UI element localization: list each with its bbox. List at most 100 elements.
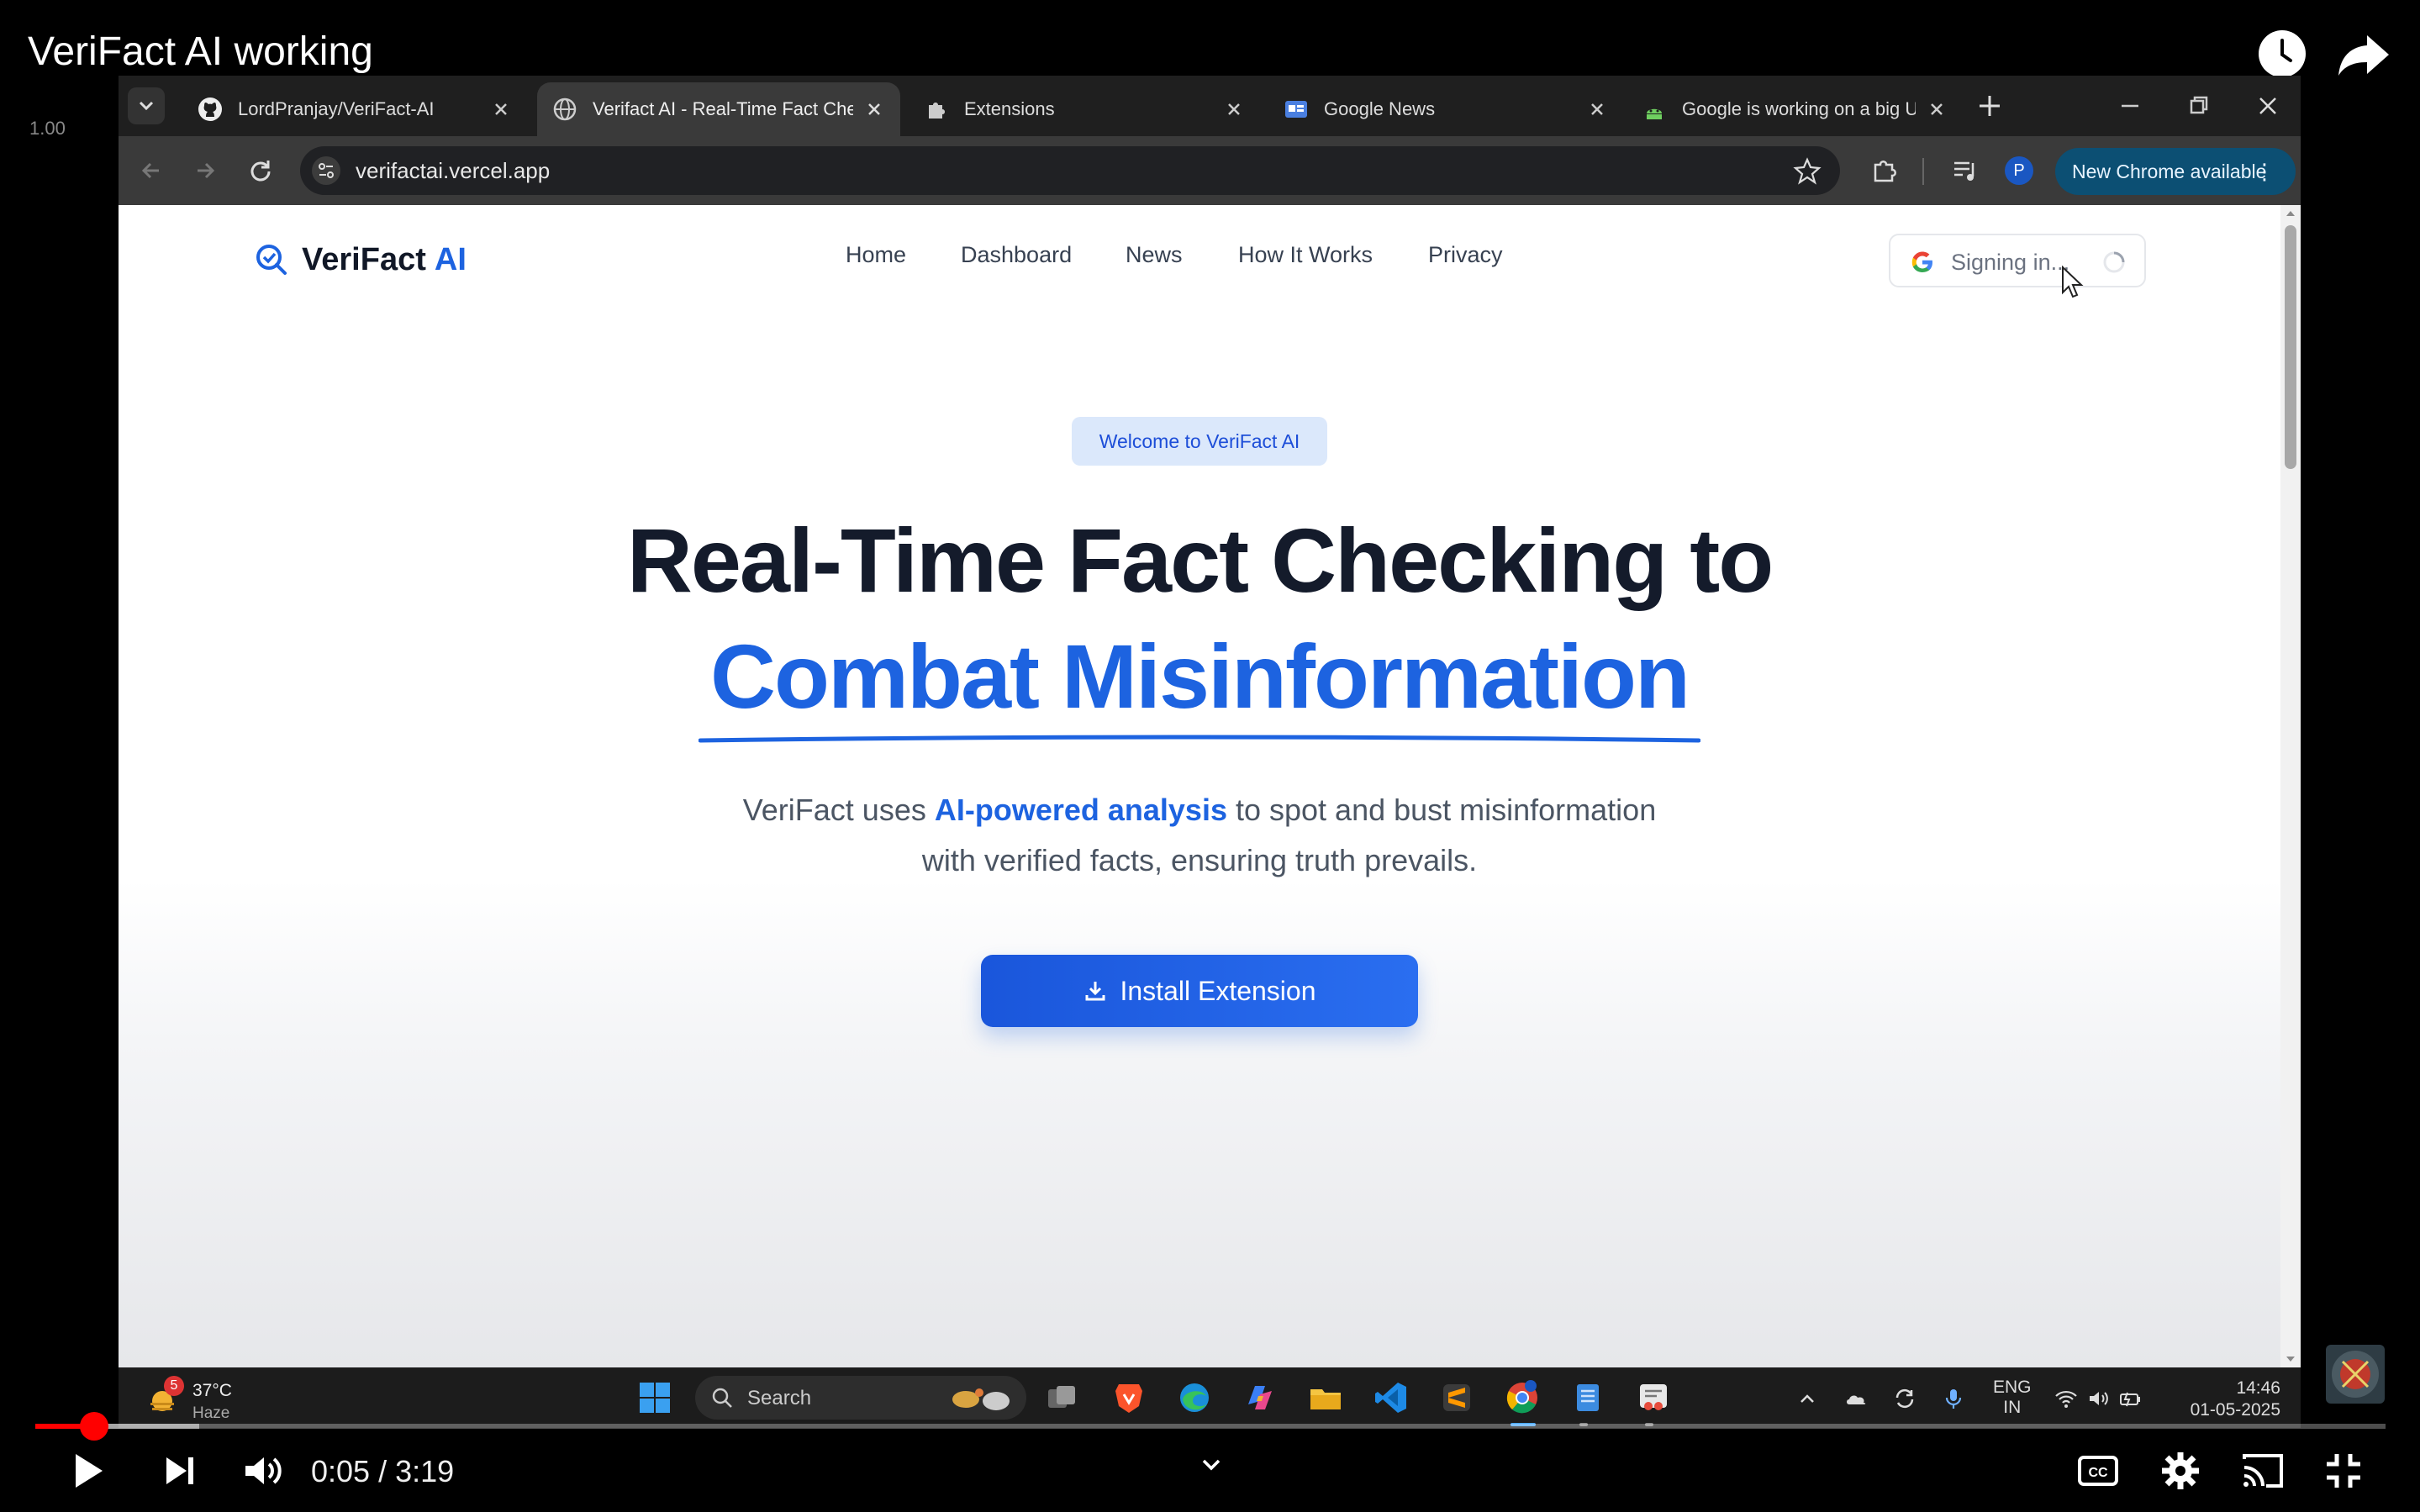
taskbar-clock[interactable]: 14:46 01-05-2025 (2180, 1378, 2280, 1421)
forward-icon[interactable] (187, 153, 223, 188)
nav-privacy[interactable]: Privacy (1428, 242, 1503, 268)
extensions-icon[interactable] (1869, 155, 1901, 187)
wifi-icon[interactable] (2054, 1386, 2079, 1411)
close-icon[interactable] (490, 98, 512, 120)
close-window-icon[interactable] (2251, 89, 2285, 123)
cast-icon[interactable] (2239, 1447, 2286, 1494)
tab-android[interactable]: Google is working on a big UI c (1627, 82, 1963, 136)
channel-avatar[interactable] (2326, 1345, 2385, 1404)
nav-news[interactable]: News (1126, 242, 1183, 268)
video-title[interactable]: VeriFact AI working (28, 29, 373, 75)
brave-browser-icon[interactable] (1110, 1379, 1147, 1416)
welcome-badge: Welcome to VeriFact AI (1072, 417, 1327, 466)
video-progress-bar[interactable] (35, 1412, 2386, 1441)
close-icon[interactable] (1926, 98, 1948, 120)
new-tab-icon[interactable] (1976, 92, 2003, 119)
restore-icon[interactable] (2182, 89, 2216, 123)
tab-search-icon[interactable] (128, 87, 165, 124)
chrome-icon[interactable] (1504, 1379, 1541, 1416)
volume-icon[interactable] (239, 1447, 286, 1494)
loading-spinner-icon (2101, 249, 2127, 276)
battery-icon[interactable] (2117, 1386, 2143, 1411)
google-g-icon (1909, 249, 1936, 276)
close-icon[interactable] (1586, 98, 1608, 120)
bookmark-star-icon[interactable] (1793, 156, 1822, 185)
nav-home[interactable]: Home (846, 242, 906, 268)
close-icon[interactable] (863, 98, 885, 120)
weather-badge: 5 (164, 1376, 184, 1396)
onedrive-icon[interactable] (1843, 1386, 1869, 1411)
media-controls-icon[interactable] (1949, 155, 1981, 187)
weather-temperature[interactable]: 37°C (192, 1381, 232, 1401)
notepad-icon[interactable] (1569, 1379, 1606, 1416)
site-logo[interactable]: VeriFact AI (253, 239, 467, 281)
captions-icon[interactable]: CC (2075, 1447, 2122, 1494)
google-signin-button[interactable]: Signing in... (1889, 234, 2146, 287)
google-news-icon (1284, 97, 1309, 122)
play-icon[interactable] (64, 1447, 111, 1494)
close-icon[interactable] (1223, 98, 1245, 120)
more-menu-icon[interactable]: ⋮ (2254, 148, 2275, 195)
minimize-icon[interactable] (2113, 89, 2147, 123)
toolbar-divider (1922, 158, 1924, 185)
playback-speed: 1.00 (29, 118, 66, 139)
search-icon (712, 1388, 732, 1408)
github-icon (198, 97, 223, 122)
taskbar-search[interactable]: Search (695, 1376, 1026, 1420)
chevron-down-icon[interactable] (1197, 1451, 1226, 1479)
tab-label: Google News (1324, 98, 1436, 119)
clock-date: 01-05-2025 (2190, 1400, 2280, 1420)
back-icon[interactable] (134, 153, 169, 188)
snipping-tool-icon[interactable] (1635, 1379, 1672, 1416)
page-scrollbar[interactable] (2280, 205, 2301, 1367)
site-settings-icon[interactable] (312, 156, 340, 185)
share-icon[interactable] (2337, 32, 2391, 77)
svg-text:CC: CC (2088, 1466, 2108, 1480)
tab-label: LordPranjay/VeriFact-AI (238, 98, 435, 119)
address-bar[interactable]: verifactai.vercel.app (300, 146, 1840, 195)
install-extension-button[interactable]: Install Extension (981, 955, 1418, 1027)
mouse-cursor-icon (2060, 265, 2084, 299)
region-code: IN (2003, 1398, 2022, 1417)
task-view-icon[interactable] (1043, 1379, 1080, 1416)
windows-start-icon[interactable] (636, 1379, 673, 1416)
vscode-icon[interactable] (1373, 1379, 1410, 1416)
copilot-icon[interactable] (1242, 1379, 1279, 1416)
tab-verifact[interactable]: Verifact AI - Real-Time Fact Che (537, 82, 900, 136)
scroll-thumb[interactable] (2285, 225, 2296, 469)
profile-avatar[interactable]: P (2005, 156, 2033, 185)
windows-taskbar: 5 37°C Haze Search ENG IN 14:46 01-05-20… (119, 1367, 2301, 1428)
browser-window: LordPranjay/VeriFact-AI Verifact AI - Re… (119, 76, 2301, 1367)
new-chrome-available-button[interactable]: New Chrome available ⋮ (2055, 148, 2296, 195)
tab-extensions[interactable]: Extensions (909, 82, 1260, 136)
settings-gear-icon[interactable] (2157, 1447, 2204, 1494)
language-indicator[interactable]: ENG IN (1993, 1378, 2032, 1418)
nav-dashboard[interactable]: Dashboard (961, 242, 1072, 268)
tab-google-news[interactable]: Google News (1268, 82, 1623, 136)
chevron-up-icon[interactable] (1795, 1386, 1820, 1411)
scroll-down-icon[interactable] (2284, 1352, 2297, 1366)
exit-fullscreen-icon[interactable] (2320, 1447, 2367, 1494)
volume-icon[interactable] (2085, 1386, 2111, 1411)
tab-github[interactable]: LordPranjay/VeriFact-AI (182, 82, 527, 136)
tab-label: Extensions (964, 98, 1055, 119)
scroll-up-icon[interactable] (2284, 207, 2297, 220)
tab-label: Verifact AI - Real-Time Fact Che (593, 98, 853, 119)
watch-later-icon[interactable] (2259, 30, 2306, 77)
nav-how-it-works[interactable]: How It Works (1238, 242, 1373, 268)
sync-icon[interactable] (1892, 1386, 1917, 1411)
sublime-text-icon[interactable] (1438, 1379, 1475, 1416)
url-text[interactable]: verifactai.vercel.app (356, 158, 550, 184)
file-explorer-icon[interactable] (1307, 1379, 1344, 1416)
reload-icon[interactable] (243, 153, 278, 188)
microphone-icon[interactable] (1941, 1386, 1966, 1411)
weather-description[interactable]: Haze (192, 1404, 229, 1423)
search-doodle-icon (952, 1388, 1010, 1410)
language-code: ENG (1993, 1378, 2032, 1397)
scrubber-handle[interactable] (80, 1412, 109, 1441)
next-video-icon[interactable] (156, 1447, 203, 1494)
video-time: 0:05 / 3:19 (311, 1454, 455, 1488)
edge-browser-icon[interactable] (1176, 1379, 1213, 1416)
tab-label: Google is working on a big UI c (1682, 98, 1916, 119)
browser-toolbar: verifactai.vercel.app P New Chrome avail… (119, 136, 2301, 205)
